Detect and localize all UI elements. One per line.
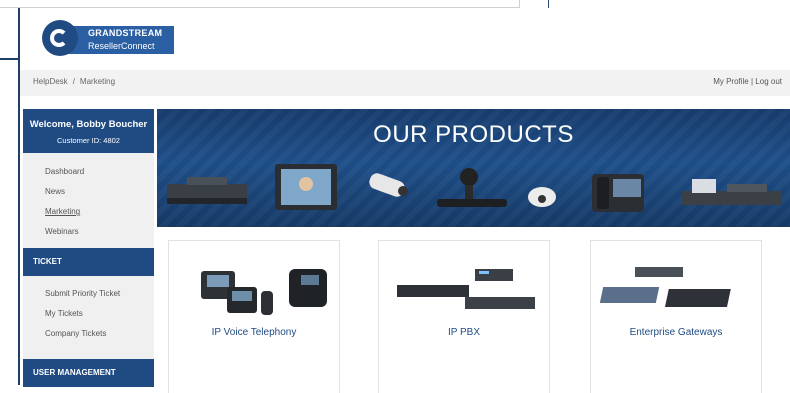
sidebar-item-news[interactable]: News bbox=[45, 185, 84, 205]
video-phone-icon bbox=[275, 164, 337, 210]
sidebar-item-my-tickets[interactable]: My Tickets bbox=[45, 307, 120, 327]
desk-phone-icon bbox=[592, 174, 644, 212]
breadcrumb-separator: / bbox=[72, 77, 75, 86]
banner-products-illustration bbox=[167, 164, 782, 212]
frame-divider bbox=[0, 58, 18, 60]
ip-phones-image bbox=[201, 269, 327, 315]
product-card-label: IP PBX bbox=[447, 327, 481, 338]
sidebar-item-company-tickets[interactable]: Company Tickets bbox=[45, 327, 120, 347]
conference-camera-icon bbox=[437, 168, 507, 207]
sidebar-item-submit-priority-ticket[interactable]: Submit Priority Ticket bbox=[45, 287, 120, 307]
product-card-ip-voice-telephony[interactable]: IP Voice Telephony bbox=[168, 240, 340, 393]
ip-pbx-image bbox=[397, 269, 535, 309]
breadcrumb-bar: HelpDesk / Marketing My Profile | Log out bbox=[20, 70, 790, 96]
logo-banner: GRANDSTREAM ResellerConnect bbox=[68, 26, 174, 54]
dome-camera-icon bbox=[528, 187, 556, 207]
breadcrumb-helpdesk[interactable]: HelpDesk bbox=[33, 77, 68, 86]
ticket-section-header[interactable]: TICKET bbox=[23, 248, 154, 276]
breadcrumb-marketing: Marketing bbox=[79, 77, 116, 86]
frame-divider bbox=[519, 0, 520, 8]
sidebar-nav: Dashboard News Marketing Webinars bbox=[45, 165, 84, 245]
page: GRANDSTREAM ResellerConnect HelpDesk / Mar… bbox=[18, 8, 790, 393]
welcome-panel: Welcome, Bobby Boucher Customer ID: 4802 bbox=[23, 109, 154, 153]
product-card-label: IP Voice Telephony bbox=[211, 327, 297, 338]
logo-sub-text: ResellerConnect bbox=[88, 41, 155, 51]
brand-logo[interactable]: GRANDSTREAM ResellerConnect bbox=[42, 16, 174, 60]
ticket-nav: Submit Priority Ticket My Tickets Compan… bbox=[45, 287, 120, 347]
my-profile-link[interactable]: My Profile bbox=[713, 77, 749, 86]
sidebar-item-webinars[interactable]: Webinars bbox=[45, 225, 84, 245]
security-camera-icon bbox=[369, 173, 408, 197]
user-links-separator: | bbox=[750, 77, 754, 86]
user-links: My Profile | Log out bbox=[713, 77, 782, 86]
sidebar-item-dashboard[interactable]: Dashboard bbox=[45, 165, 84, 185]
user-management-section-header[interactable]: USER MANAGEMENT bbox=[23, 359, 154, 387]
product-card-ip-pbx[interactable]: IP PBX bbox=[378, 240, 550, 393]
logo-brand-text: GRANDSTREAM bbox=[88, 28, 163, 38]
logout-link[interactable]: Log out bbox=[755, 77, 782, 86]
customer-id: Customer ID: 4802 bbox=[57, 136, 120, 145]
sidebar-item-marketing[interactable]: Marketing bbox=[45, 205, 84, 225]
product-card-enterprise-gateways[interactable]: Enterprise Gateways bbox=[590, 240, 762, 393]
products-banner: OUR PRODUCTS bbox=[157, 109, 790, 227]
network-appliance-icon bbox=[167, 177, 247, 204]
gateway-appliance-icon bbox=[682, 179, 782, 205]
logo-emblem-icon bbox=[42, 20, 78, 56]
sidebar: Welcome, Bobby Boucher Customer ID: 4802… bbox=[23, 109, 154, 387]
breadcrumb: HelpDesk / Marketing bbox=[33, 77, 115, 86]
gateways-image bbox=[599, 267, 731, 307]
product-card-label: Enterprise Gateways bbox=[629, 327, 723, 338]
welcome-text: Welcome, Bobby Boucher bbox=[29, 119, 148, 130]
frame-divider bbox=[548, 0, 549, 8]
